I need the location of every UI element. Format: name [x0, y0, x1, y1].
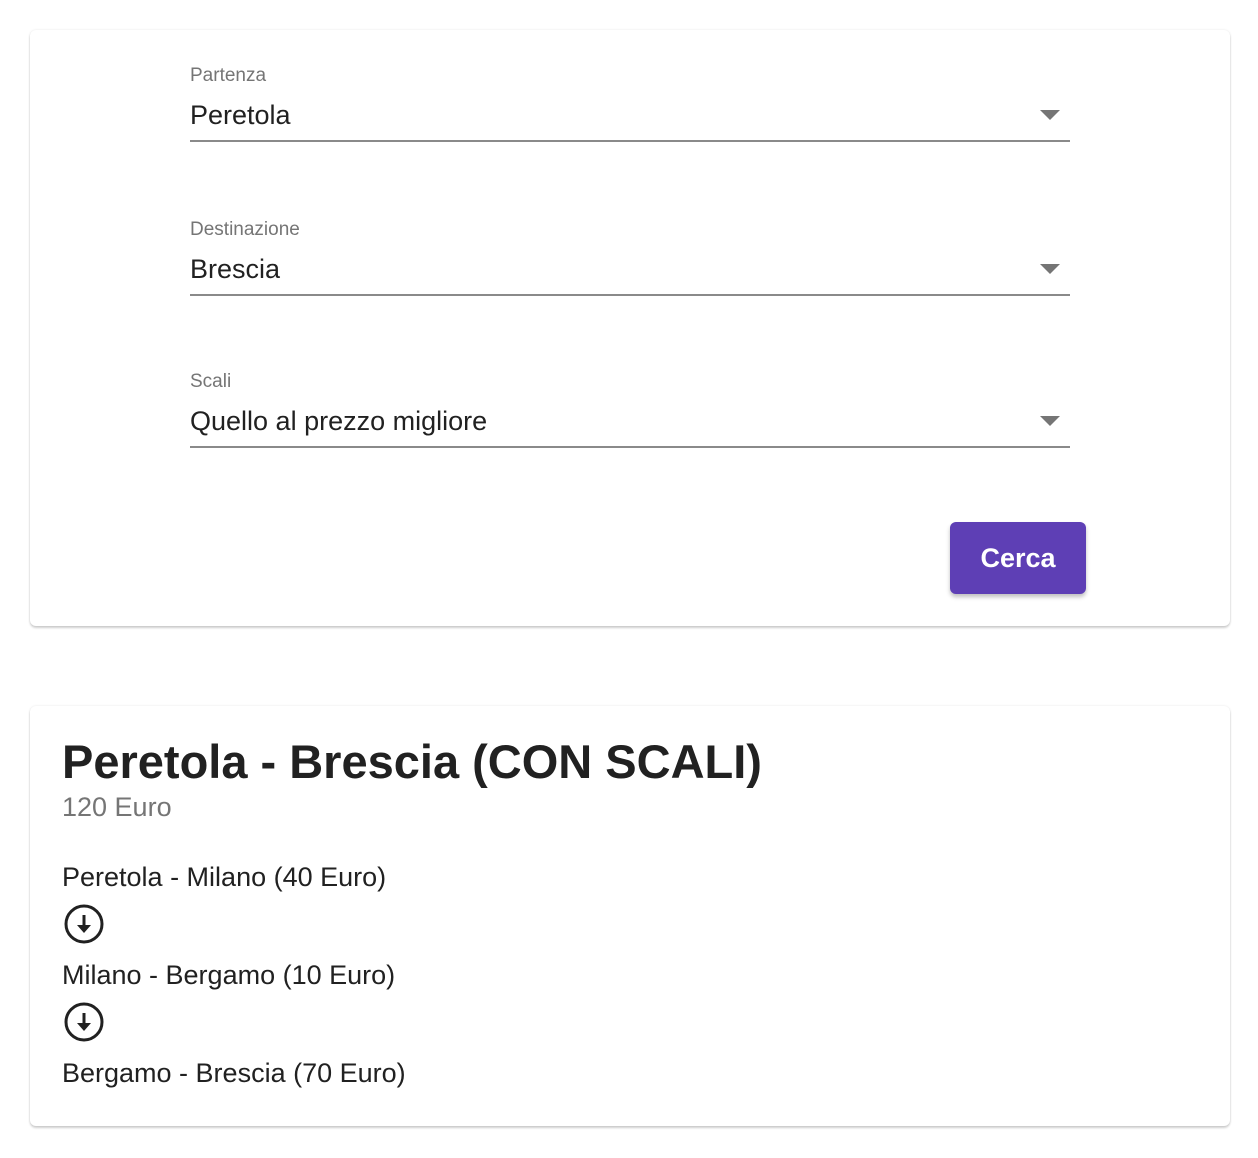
search-card: Partenza Peretola Destinazione Brescia S…	[30, 30, 1230, 626]
destinazione-label: Destinazione	[190, 219, 300, 240]
arrow-drop-down-icon[interactable]	[1040, 110, 1060, 120]
destinazione-select[interactable]: Destinazione Brescia	[190, 218, 1070, 298]
arrow-circle-down-icon	[64, 1002, 104, 1042]
legs-list: Peretola - Milano (40 Euro) Milano - Ber…	[62, 860, 406, 1090]
leg-item: Bergamo - Brescia (70 Euro)	[62, 1058, 406, 1088]
leg-item: Milano - Bergamo (10 Euro)	[62, 960, 396, 990]
result-title: Peretola - Brescia (CON SCALI)	[62, 735, 762, 788]
destinazione-value[interactable]: Brescia	[190, 252, 280, 286]
partenza-value[interactable]: Peretola	[190, 98, 291, 132]
partenza-underline	[190, 140, 1070, 142]
arrow-drop-down-icon[interactable]	[1040, 264, 1060, 274]
scali-label: Scali	[190, 371, 232, 392]
destinazione-underline	[190, 294, 1070, 296]
search-button[interactable]: Cerca	[950, 522, 1086, 594]
arrow-circle-down-icon	[64, 904, 104, 944]
partenza-label: Partenza	[190, 65, 267, 86]
partenza-select[interactable]: Partenza Peretola	[190, 64, 1070, 144]
arrow-drop-down-icon[interactable]	[1040, 416, 1060, 426]
scali-underline	[190, 446, 1070, 448]
result-card: Peretola - Brescia (CON SCALI) 120 Euro …	[30, 706, 1230, 1126]
scali-select[interactable]: Scali Quello al prezzo migliore	[190, 370, 1070, 450]
leg-item: Peretola - Milano (40 Euro)	[62, 862, 387, 892]
result-total-price: 120 Euro	[62, 792, 172, 822]
scali-value[interactable]: Quello al prezzo migliore	[190, 404, 487, 438]
